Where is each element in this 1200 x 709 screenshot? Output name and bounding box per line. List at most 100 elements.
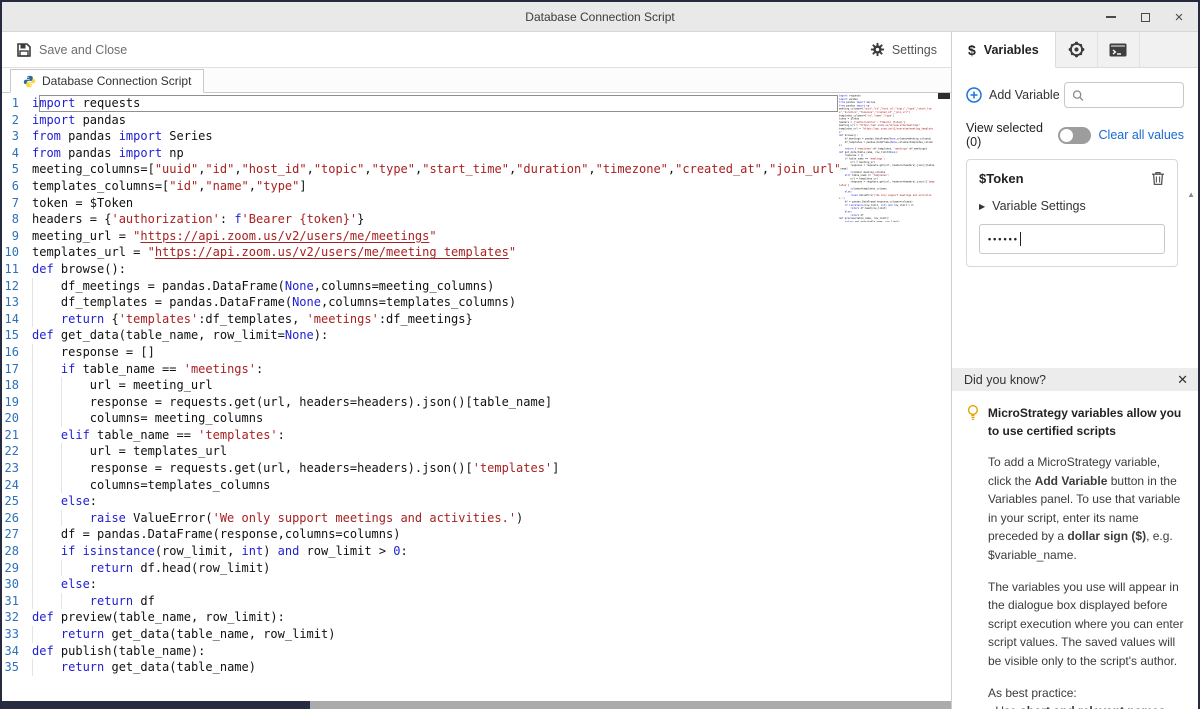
code-line[interactable]: 14 return {'templates':df_templates, 'mee… [2,311,951,328]
variable-value-field[interactable]: •••••• [979,224,1165,254]
did-you-know-body: MicroStrategy variables allow you to use… [952,391,1198,709]
tab-database-connection-script[interactable]: Database Connection Script [10,69,205,93]
tab-packages[interactable] [1056,32,1098,67]
view-selected-toggle[interactable] [1057,126,1091,144]
code-line[interactable]: 11 def browse(): [2,261,951,278]
variables-search[interactable] [1064,82,1184,108]
indent-guide [61,377,90,394]
code-text: response = requests.get(url, headers=hea… [89,394,553,409]
clear-all-values-link[interactable]: Clear all values [1099,128,1184,142]
code-string: "duration" [516,162,589,177]
code-text: :df_templates, [198,311,307,326]
add-variable-button[interactable]: Add Variable [966,87,1060,103]
code-line[interactable]: 8 headers = {'authorization': f'Bearer {t… [2,211,951,228]
indent-guide [61,477,90,494]
code-line[interactable]: 24 columns=templates_columns [2,477,951,494]
code-string: "join_url" [769,162,842,177]
line-number: 19 [4,394,19,409]
trash-icon[interactable] [1151,171,1165,186]
code-text: : [89,494,98,509]
code-editor[interactable]: 1 import requests 2 import pandas 3 from pand… [2,93,951,701]
code-text: preview(table_name, row_limit): [53,610,285,625]
code-line[interactable]: 3 from pandas import Series [2,128,951,145]
code-line[interactable]: 4 from pandas import np [2,145,951,162]
code-keyword: def [32,261,54,276]
vertical-scrollbar-thumb[interactable] [938,93,950,99]
code-line[interactable]: 10 templates_url = "https://api.zoom.us/v… [2,244,951,261]
code-text: row_limit > [299,544,394,559]
maximize-button[interactable] [1136,8,1154,26]
code-line[interactable]: 34 def publish(table_name): [2,643,951,660]
indent-guide [32,593,61,610]
code-line[interactable]: 31 return df [2,593,951,610]
code-line[interactable]: 5 meeting_columns=["uuid","id","host_id",… [2,161,951,178]
close-button[interactable]: × [1170,8,1188,26]
code-line[interactable]: 7 token = $Token [2,195,951,212]
code-line[interactable]: 1 import requests [2,95,951,112]
code-text: url = meeting_url [89,378,213,393]
code-line[interactable]: 33 return get_data(table_name, row_limit) [2,626,951,643]
code-text: ,columns=meeting_columns) [313,278,495,293]
code-line[interactable]: 27 df = pandas.DataFrame(response,columns… [2,526,951,543]
code-line[interactable]: 20 columns= meeting_columns [2,410,951,427]
code-content: templates_url = "https://api.zoom.us/v2/… [32,244,516,261]
code-line[interactable]: 28 if isinstance(row_limit, int) and row_… [2,543,951,560]
indent-guide [32,311,61,328]
code-keyword: def [32,610,54,625]
variable-settings-expander[interactable]: ▶ Variable Settings [979,199,1165,213]
code-keyword: int [241,544,264,559]
code-line[interactable]: 26 raise ValueError('We only support meet… [2,510,951,527]
code-line[interactable]: 30 else: [2,576,951,593]
code-line[interactable]: 16 response = [] [2,344,951,361]
code-line[interactable]: 25 else: [2,493,951,510]
minimize-button[interactable] [1102,8,1120,26]
code-text: df.head(row_limit) [133,560,271,575]
code-line[interactable]: 32 def preview(table_name, row_limit): [2,609,951,626]
code-content: raise ValueError('We only support meetin… [32,510,524,527]
code-line[interactable]: 18 url = meeting_url [2,377,951,394]
code-keyword: from [32,145,61,160]
code-line[interactable]: 22 url = templates_url [2,443,951,460]
code-content: url = meeting_url [32,377,213,394]
tab-console[interactable] [1098,32,1140,67]
horizontal-scrollbar-thumb[interactable] [2,701,310,709]
code-line[interactable]: 2 import pandas [2,112,951,129]
line-number: 29 [4,560,19,575]
minimap[interactable]: import requests import pandas from pandas … [839,94,936,222]
tab-variables[interactable]: $ Variables [952,32,1056,68]
code-line[interactable]: 12 df_meetings = pandas.DataFrame(None,co… [2,278,951,295]
indent-guide [32,377,61,394]
indent-guide [61,560,90,577]
minimap-line: df_templates = pandas.DataFrame(None,col… [839,140,933,147]
code-line[interactable]: 15 def get_data(table_name, row_limit=Non… [2,327,951,344]
chevron-right-icon: ▶ [979,201,986,211]
code-line[interactable]: 23 response = requests.get(url, headers=h… [2,460,951,477]
line-number: 24 [4,477,19,492]
code-line[interactable]: 29 return df.head(row_limit) [2,560,951,577]
code-line[interactable]: 9 meeting_url = "https://api.zoom.us/v2/u… [2,228,951,245]
line-number: 16 [4,344,19,359]
did-you-know-close-icon[interactable]: ✕ [1177,373,1188,386]
code-line[interactable]: 19 response = requests.get(url, headers=h… [2,394,951,411]
code-keyword: elif [60,427,90,442]
code-keyword: if [60,361,76,376]
code-line[interactable]: 21 elif table_name == 'templates': [2,427,951,444]
code-text: df [133,593,155,608]
indent-guide [32,394,61,411]
panel-scroll-up-arrow[interactable]: ▲ [1187,190,1195,199]
code-text: pandas [60,129,119,144]
settings-button[interactable]: Settings [870,42,937,57]
horizontal-scrollbar[interactable] [2,701,951,709]
code-line[interactable]: 35 return get_data(table_name) [2,659,951,676]
code-content: if table_name == 'meetings': [32,361,263,378]
code-content: return {'templates':df_templates, 'meeti… [32,311,473,328]
save-and-close-button[interactable]: Save and Close [16,42,127,58]
code-text: columns=templates_columns [89,477,271,492]
search-input[interactable] [1090,88,1176,102]
code-line[interactable]: 13 df_templates = pandas.DataFrame(None,c… [2,294,951,311]
line-number: 4 [11,145,19,160]
tip-paragraph: The variables you use will appear in the… [988,579,1184,668]
line-number: 27 [4,527,19,542]
code-line[interactable]: 6 templates_columns=["id","name","type"] [2,178,951,195]
code-line[interactable]: 17 if table_name == 'meetings': [2,361,951,378]
